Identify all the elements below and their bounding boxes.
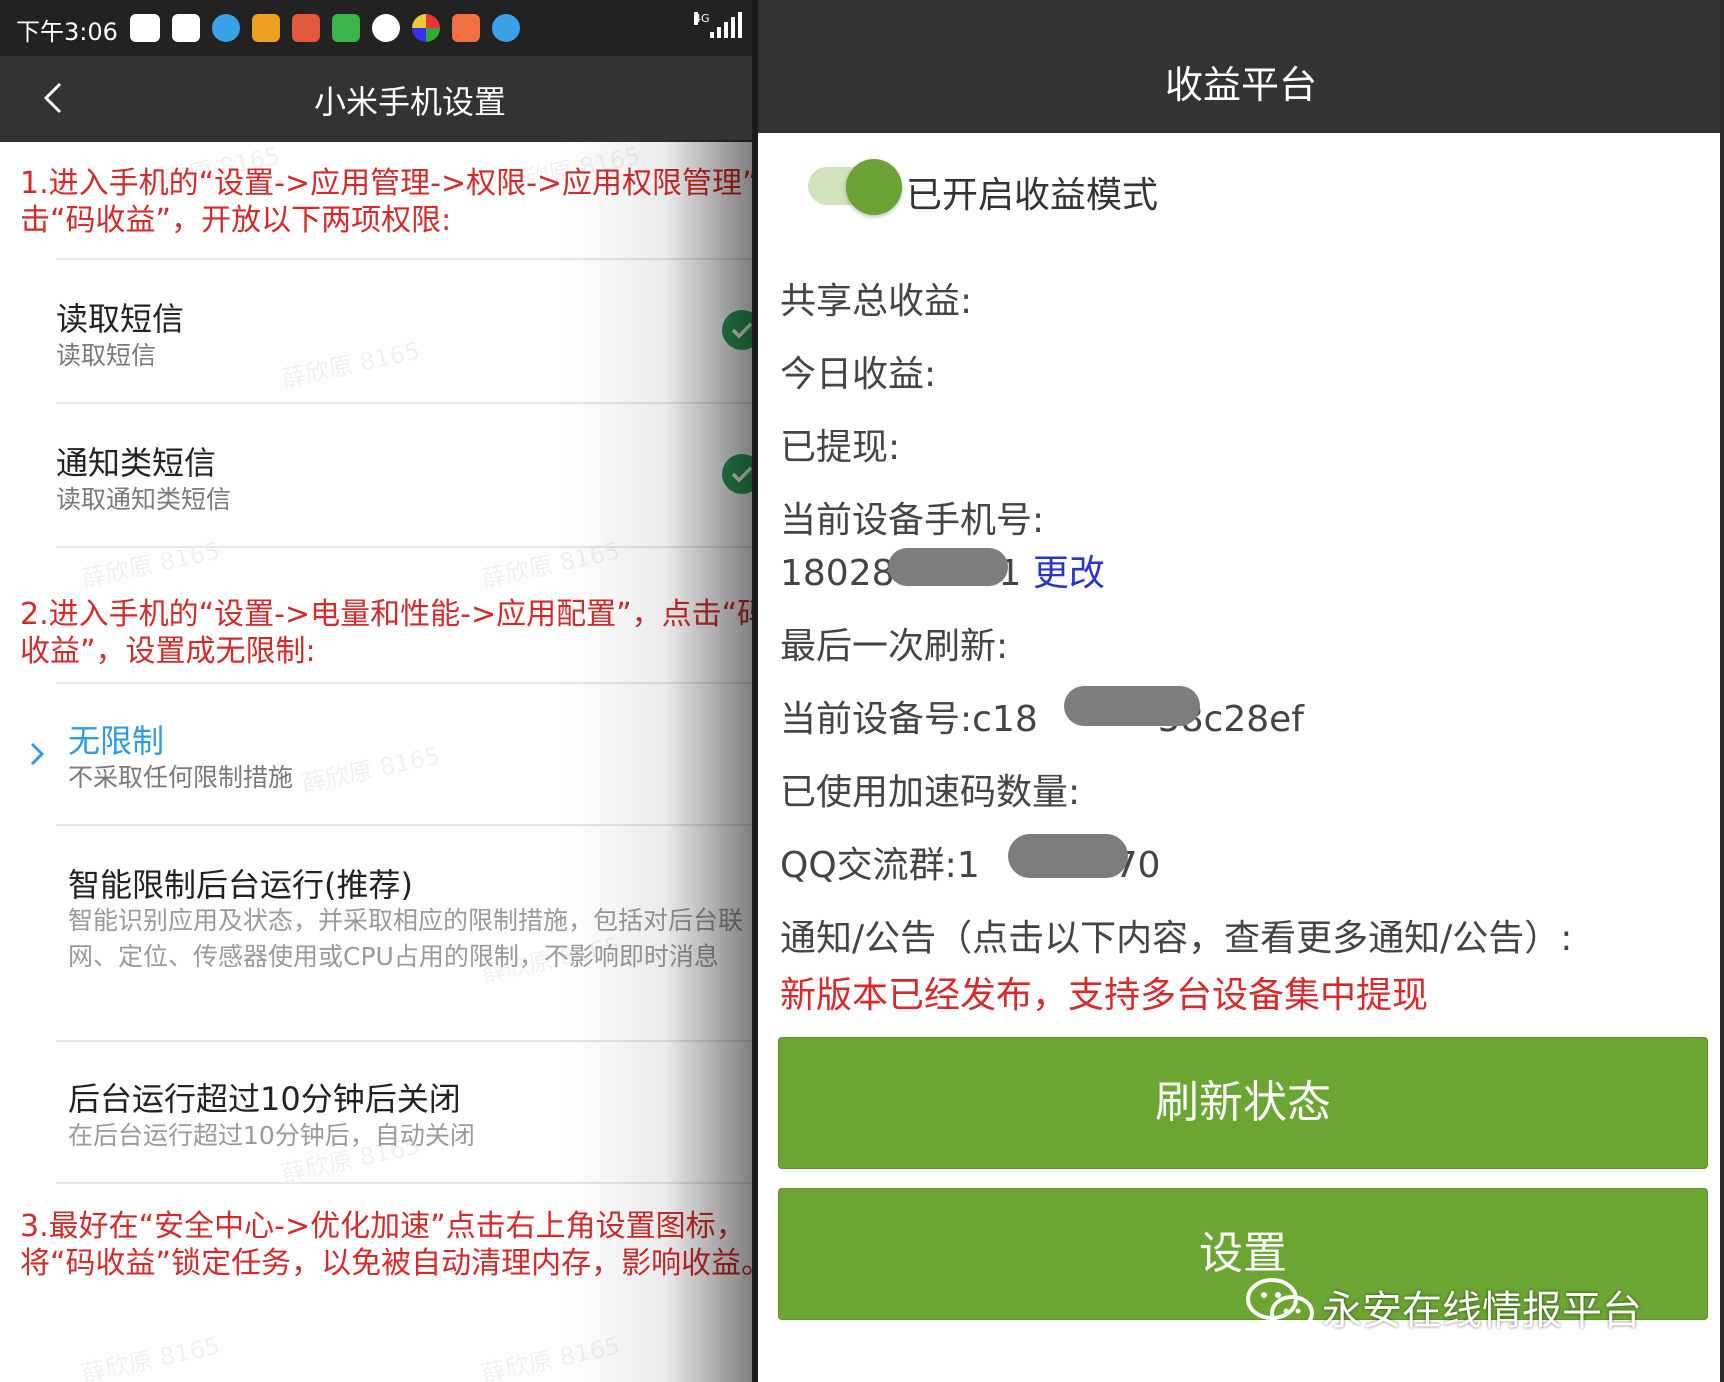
watermark: 薛欣原 8165 [479, 1331, 623, 1382]
notice-label: 通知/公告（点击以下内容，查看更多通知/公告）: [780, 918, 1573, 959]
app-notification-icon [332, 14, 360, 42]
wechat-logo-icon [1246, 1278, 1314, 1331]
network-type: 4G [694, 12, 710, 25]
selected-chevron-icon [30, 742, 45, 766]
redaction-mark [1064, 686, 1200, 726]
divider [56, 402, 752, 404]
check-icon [722, 310, 752, 350]
watermark: 薛欣原 8165 [299, 741, 443, 799]
option-title: 智能限制后台运行(推荐) [68, 866, 413, 904]
notification-icons [130, 14, 520, 42]
shopping-icon [452, 14, 480, 42]
message-icon [130, 14, 160, 42]
watermark: 薛欣原 8165 [79, 1331, 223, 1382]
option-title: 后台运行超过10分钟后关闭 [68, 1080, 461, 1118]
app-notification-icon [292, 14, 320, 42]
device-id-prefix: c18 [972, 699, 1038, 740]
page-title: 收益平台 [1164, 63, 1317, 107]
option-subtitle: 智能识别应用及状态，并采取相应的限制措施，包括对后台联网、定位、传感器使用或CP… [68, 906, 744, 971]
divider [56, 682, 752, 684]
nav-bar: 收益平台 [758, 0, 1724, 133]
device-id-row: 当前设备号:c18 58c28ef [780, 690, 1304, 742]
nav-bar: 小米手机设置 [0, 56, 752, 142]
qq-prefix: 1 [956, 845, 980, 886]
panel-edge [1720, 0, 1724, 1382]
redaction-mark [1008, 834, 1128, 878]
status-time: 下午3:06 [16, 18, 118, 46]
step1-instruction: 1.进入手机的“设置->应用管理->权限->应用权限管理”点击“码收益”，开放以… [20, 166, 752, 238]
page-title: 小米手机设置 [313, 83, 506, 121]
aperture-icon [372, 14, 400, 42]
refresh-status-button[interactable]: 刷新状态 [778, 1037, 1708, 1169]
browser-icon [412, 14, 440, 42]
device-id-label: 当前设备号: [780, 699, 973, 740]
left-screenshot-panel: 下午3:06 4G 小米手机设置 薛欣原 8165 薛欣原 8165 薛欣原 8… [0, 0, 752, 1382]
option-title: 无限制 [68, 722, 165, 760]
last-refresh-label: 最后一次刷新: [780, 626, 1009, 667]
permission-subtitle: 读取通知类短信 [56, 485, 232, 514]
divider [56, 546, 752, 548]
permission-title: 读取短信 [56, 300, 185, 338]
divider [56, 824, 752, 826]
total-earnings-label: 共享总收益: [780, 281, 973, 322]
toggle-knob [846, 159, 902, 215]
today-earnings-label: 今日收益: [780, 354, 937, 395]
divider [56, 1182, 752, 1184]
wechat-watermark-text: 永安在线情报平台 [1322, 1288, 1642, 1334]
phone-number-label: 当前设备手机号: [780, 500, 1045, 541]
status-bar [758, 0, 1724, 10]
divider [56, 1040, 752, 1042]
signal-icon: 4G [694, 12, 742, 38]
permission-subtitle: 读取短信 [56, 341, 157, 370]
watermark: 薛欣原 8165 [279, 336, 423, 394]
bird-icon [492, 14, 520, 42]
status-bar: 下午3:06 4G [0, 0, 752, 56]
codes-used-label: 已使用加速码数量: [780, 772, 1081, 813]
watermark: 薛欣原 8165 [479, 536, 623, 594]
check-icon [722, 454, 752, 494]
permission-title: 通知类短信 [56, 444, 217, 482]
step3-instruction: 3.最好在“安全中心->优化加速”点击右上角设置图标，将“码收益”锁定任务，以免… [20, 1209, 752, 1281]
mi-store-icon [172, 14, 200, 42]
option-subtitle: 在后台运行超过10分钟后，自动关闭 [68, 1121, 475, 1150]
bird-icon [212, 14, 240, 42]
divider [56, 258, 752, 260]
watermark: 薛欣原 8165 [79, 536, 223, 594]
redaction-mark [888, 548, 1008, 586]
58-app-icon [252, 14, 280, 42]
notice-link[interactable]: 新版本已经发布，支持多台设备集中提现 [780, 966, 1428, 1018]
step2-instruction: 2.进入手机的“设置->电量和性能->应用配置”，点击“码收益”，设置成无限制: [20, 597, 752, 669]
change-phone-link[interactable]: 更改 [1033, 553, 1105, 594]
toggle-label: 已开启收益模式 [906, 175, 1159, 216]
option-subtitle: 不采取任何限制措施 [68, 763, 294, 792]
withdrawn-label: 已提现: [780, 427, 901, 468]
right-screenshot-panel: 收益平台 已开启收益模式 共享总收益: 今日收益: 已提现: 当前设备手机号: … [758, 0, 1724, 1382]
qq-group-label: QQ交流群: [780, 845, 957, 886]
phone-prefix: 18028 [780, 553, 895, 594]
